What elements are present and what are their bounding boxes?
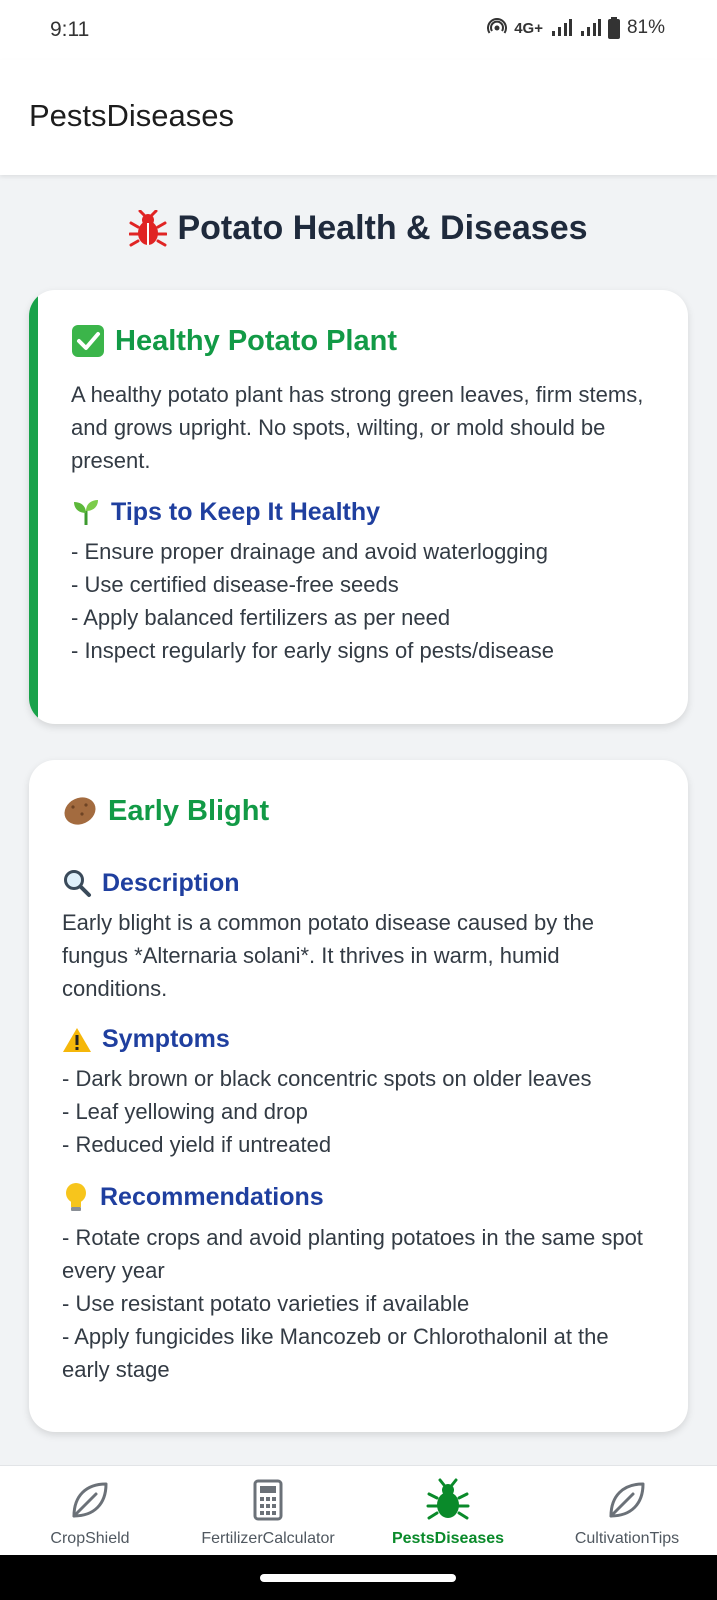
system-navigation-bar (0, 1555, 717, 1600)
list-item: - Apply fungicides like Mancozeb or Chlo… (62, 1324, 609, 1382)
leaf-icon (537, 1478, 717, 1522)
seedling-icon (71, 497, 101, 527)
signal-icon (580, 19, 601, 36)
symptoms-title: Symptoms (62, 1025, 662, 1054)
list-item: - Inspect regularly for early signs of p… (71, 638, 555, 663)
content-scroll[interactable]: Potato Health & Diseases Healthy Potato … (0, 175, 717, 1465)
tips-title-text: Tips to Keep It Healthy (111, 497, 381, 526)
list-item: - Use resistant potato varieties if avai… (62, 1291, 470, 1316)
status-time: 9:11 (50, 18, 90, 41)
magnifier-icon (62, 868, 92, 898)
list-item: - Rotate crops and avoid planting potato… (62, 1225, 643, 1283)
network-type: 4G+ (514, 19, 543, 37)
nav-item-fertilizer-calculator[interactable]: FertilizerCalculator (178, 1478, 358, 1548)
healthy-plant-card: Healthy Potato Plant A healthy potato pl… (29, 290, 688, 724)
tips-title: Tips to Keep It Healthy (71, 497, 656, 527)
list-item: - Dark brown or black concentric spots o… (62, 1066, 592, 1091)
symptoms-list: - Dark brown or black concentric spots o… (62, 1062, 662, 1161)
signal-icon (551, 19, 572, 36)
recommendations-title: Recommendations (62, 1181, 662, 1213)
nav-item-cultivation-tips[interactable]: CultivationTips (537, 1478, 717, 1548)
recommendations-list: - Rotate crops and avoid planting potato… (62, 1221, 662, 1386)
app-title: PestsDiseases (29, 98, 235, 133)
description-title-text: Description (102, 868, 240, 897)
bottom-navigation: CropShield FertilizerCalculator PestsDis… (0, 1465, 717, 1555)
list-item: - Leaf yellowing and drop (62, 1099, 308, 1124)
list-item: - Use certified disease-free seeds (71, 572, 399, 597)
hotspot-icon (487, 18, 508, 34)
potato-icon (62, 794, 98, 828)
card-accent-bar (29, 290, 38, 724)
status-bar: 9:11 4G+ 81% (0, 0, 717, 60)
bug-icon (129, 209, 168, 246)
disease-description: Early blight is a common potato disease … (62, 910, 594, 1001)
list-item: - Reduced yield if untreated (62, 1132, 332, 1157)
card-title-text: Healthy Potato Plant (115, 324, 397, 357)
app-bar: PestsDiseases (0, 60, 717, 175)
nav-label: FertilizerCalculator (201, 1530, 335, 1547)
nav-item-cropshield[interactable]: CropShield (0, 1478, 180, 1548)
bug-icon (358, 1478, 538, 1522)
page-heading: Potato Health & Diseases (0, 209, 717, 248)
nav-label: CropShield (50, 1530, 130, 1547)
page-heading-text: Potato Health & Diseases (177, 209, 588, 247)
status-icons: 4G+ 81% (487, 17, 665, 39)
warning-icon (62, 1026, 92, 1054)
card-title-text: Early Blight (108, 794, 270, 827)
list-item: - Ensure proper drainage and avoid water… (71, 539, 548, 564)
description-title: Description (62, 868, 662, 898)
recommendations-title-text: Recommendations (100, 1182, 324, 1211)
nav-item-pests-diseases[interactable]: PestsDiseases (358, 1478, 538, 1548)
card-title: Early Blight (62, 794, 662, 828)
battery-icon (607, 17, 620, 39)
card-title: Healthy Potato Plant (71, 324, 656, 358)
battery-percent: 81% (626, 17, 665, 38)
home-indicator[interactable] (260, 1574, 456, 1582)
symptoms-title-text: Symptoms (102, 1025, 230, 1053)
leaf-icon (0, 1478, 180, 1522)
tips-list: - Ensure proper drainage and avoid water… (71, 535, 656, 667)
nav-label: PestsDiseases (391, 1530, 505, 1547)
disease-card-early-blight: Early Blight Description Early blight is… (29, 760, 688, 1432)
calculator-icon (178, 1478, 358, 1522)
lightbulb-icon (62, 1181, 90, 1213)
list-item: - Apply balanced fertilizers as per need (71, 605, 451, 630)
nav-label: CultivationTips (574, 1530, 680, 1547)
check-icon (71, 324, 105, 358)
healthy-description: A healthy potato plant has strong green … (71, 382, 644, 473)
